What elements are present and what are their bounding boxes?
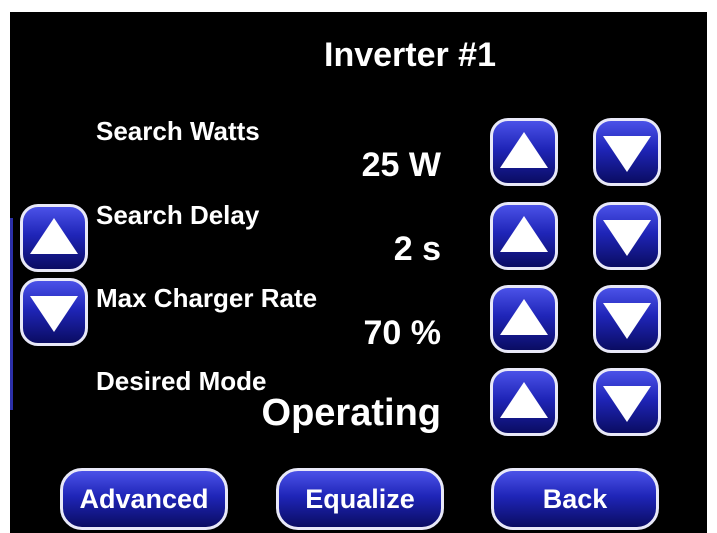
search-watts-up-button[interactable] xyxy=(490,118,558,186)
triangle-down-icon xyxy=(30,296,78,332)
desired-mode-value: Operating xyxy=(261,392,441,434)
search-delay-label: Search Delay xyxy=(96,200,260,230)
page-up-button[interactable] xyxy=(20,204,88,272)
max-charger-rate-value: 70 % xyxy=(363,314,442,352)
screen-edge-bar xyxy=(10,218,13,410)
triangle-down-icon xyxy=(603,220,651,256)
triangle-down-icon xyxy=(603,136,651,172)
triangle-up-icon xyxy=(500,132,548,168)
page-title: Inverter #1 xyxy=(324,36,496,74)
inverter-screen: Inverter #1 Search Watts 25 W Search Del… xyxy=(10,12,707,533)
desired-mode-up-button[interactable] xyxy=(490,368,558,436)
search-delay-down-button[interactable] xyxy=(593,202,661,270)
max-charger-rate-down-button[interactable] xyxy=(593,285,661,353)
search-watts-label: Search Watts xyxy=(96,116,260,146)
triangle-down-icon xyxy=(603,386,651,422)
search-watts-value: 25 W xyxy=(361,146,441,184)
advanced-button[interactable]: Advanced xyxy=(60,468,228,530)
page-down-button[interactable] xyxy=(20,278,88,346)
desired-mode-label: Desired Mode xyxy=(96,366,267,396)
triangle-up-icon xyxy=(500,299,548,335)
triangle-up-icon xyxy=(30,218,78,254)
max-charger-rate-label: Max Charger Rate xyxy=(96,283,318,313)
desired-mode-down-button[interactable] xyxy=(593,368,661,436)
max-charger-rate-up-button[interactable] xyxy=(490,285,558,353)
triangle-up-icon xyxy=(500,216,548,252)
triangle-up-icon xyxy=(500,382,548,418)
search-delay-value: 2 s xyxy=(393,230,441,268)
triangle-down-icon xyxy=(603,303,651,339)
back-button[interactable]: Back xyxy=(491,468,659,530)
search-delay-up-button[interactable] xyxy=(490,202,558,270)
search-watts-down-button[interactable] xyxy=(593,118,661,186)
equalize-button[interactable]: Equalize xyxy=(276,468,444,530)
